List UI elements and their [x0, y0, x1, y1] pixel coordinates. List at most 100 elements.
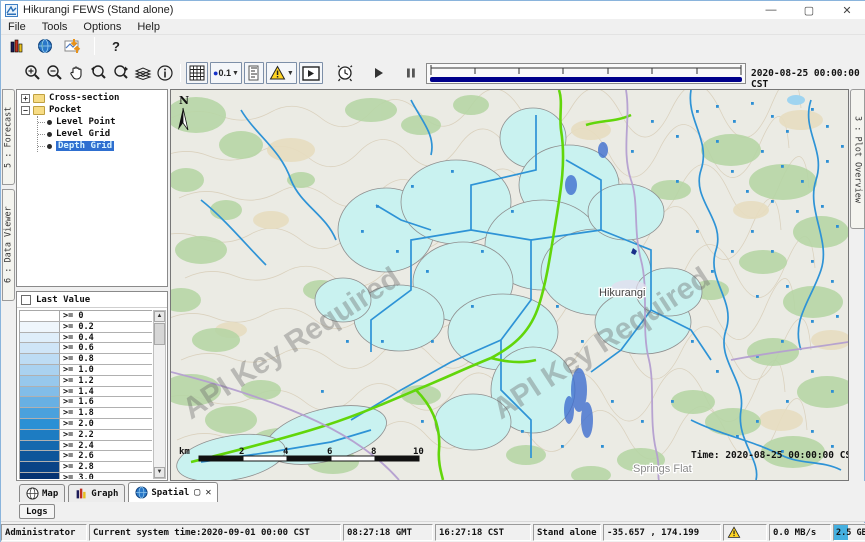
svg-text:2: 2	[239, 447, 244, 457]
tab-graph[interactable]: Graph	[68, 484, 125, 502]
expand-icon[interactable]: +	[21, 94, 30, 103]
svg-text:6: 6	[327, 447, 332, 457]
scroll-up-icon[interactable]: ▲	[154, 311, 165, 322]
close-button[interactable]: ✕	[828, 1, 865, 19]
layers-icon[interactable]	[133, 63, 153, 83]
globe-icon	[26, 487, 39, 500]
animation-settings-icon[interactable]	[335, 63, 355, 83]
legend-label: >= 0.6	[60, 343, 94, 353]
pan-hand-icon[interactable]	[67, 63, 87, 83]
zoom-in-icon[interactable]	[23, 63, 43, 83]
title-bar: Hikurangi FEWS (Stand alone) — ▢ ✕	[1, 1, 865, 19]
grid-display-button[interactable]	[186, 62, 208, 84]
minimize-button[interactable]: —	[752, 1, 790, 19]
legend-swatch	[20, 333, 60, 343]
legend-label: >= 2.6	[60, 451, 94, 461]
app-logo-icon	[5, 4, 18, 17]
pause-button[interactable]	[401, 63, 421, 83]
help-button[interactable]: ?	[106, 36, 126, 56]
town-label: Hikurangi	[599, 287, 645, 299]
tree-node-level-point[interactable]: Level Point	[38, 116, 167, 128]
legend-label: >= 1.8	[60, 408, 94, 418]
tree-node-cross-section[interactable]: + Cross-section	[17, 92, 167, 104]
scroll-down-icon[interactable]: ▼	[154, 467, 165, 478]
tab-forecast[interactable]: 5 : Forecast	[2, 89, 15, 185]
warning-threshold-dropdown[interactable]: ▼	[266, 62, 297, 84]
tree-node-level-grid[interactable]: Level Grid	[38, 128, 167, 140]
panel-close-icon[interactable]: ✕	[205, 487, 211, 498]
application-window: { "window": { "title": "Hikurangi FEWS (…	[0, 0, 865, 542]
legend-row[interactable]: >= 1.6	[20, 397, 152, 408]
timeseries-import-icon[interactable]	[63, 36, 83, 56]
globe-icon	[135, 486, 148, 499]
legend-row[interactable]: >= 1.2	[20, 376, 152, 387]
info-icon[interactable]	[155, 63, 175, 83]
legend-label: >= 1.6	[60, 397, 94, 407]
status-gmt-time: 08:27:18 GMT	[343, 524, 433, 541]
tree-node-pocket[interactable]: − Pocket	[17, 104, 167, 116]
legend-swatch	[20, 354, 60, 364]
grid-classbreak-dropdown[interactable]: ●0.1▼	[210, 62, 242, 84]
logs-button[interactable]: Logs	[19, 504, 55, 519]
database-chart-icon[interactable]	[7, 36, 27, 56]
animation-movie-button[interactable]	[299, 62, 323, 84]
legend-label: >= 3.0	[60, 473, 94, 479]
tab-data-viewer[interactable]: 6 : Data Viewer	[2, 189, 15, 301]
zoom-out-icon[interactable]	[45, 63, 65, 83]
legend-row[interactable]: >= 0.2	[20, 322, 152, 333]
scroll-thumb[interactable]	[154, 323, 165, 345]
status-throughput: 0.0 MB/s	[769, 524, 831, 541]
menu-help[interactable]: Help	[137, 21, 160, 33]
legend-row[interactable]: >= 0.6	[20, 343, 152, 354]
main-toolbar: ?	[1, 35, 865, 57]
maximize-button[interactable]: ▢	[790, 1, 828, 19]
panel-maximize-icon[interactable]: ▢	[194, 487, 200, 498]
map-viewport[interactable]: API Key Required API Key Required Hikura…	[170, 89, 849, 481]
legend-row[interactable]: >= 1.8	[20, 408, 152, 419]
map-canvas[interactable]: API Key Required API Key Required Hikura…	[171, 90, 848, 480]
legend-row[interactable]: >= 1.0	[20, 365, 152, 376]
zoom-next-icon[interactable]	[111, 63, 131, 83]
legend-label: >= 1.2	[60, 376, 94, 386]
last-value-checkbox[interactable]	[21, 295, 31, 305]
legend-row[interactable]: >= 2.8	[20, 462, 152, 473]
legend-swatch	[20, 462, 60, 472]
legend-row[interactable]: >= 2.0	[20, 419, 152, 430]
legend-row[interactable]: >= 2.6	[20, 451, 152, 462]
legend-label: >= 2.2	[60, 430, 94, 440]
legend-row[interactable]: >= 0.8	[20, 354, 152, 365]
legend-row[interactable]: >= 3.0	[20, 473, 152, 479]
svg-text:4: 4	[283, 447, 289, 457]
legend-row[interactable]: >= 2.2	[20, 430, 152, 441]
workspace: 5 : Forecast 6 : Data Viewer + Cross-sec…	[1, 89, 865, 481]
legend-scrollbar[interactable]: ▲ ▼	[153, 310, 166, 479]
legend-row[interactable]: >= 0.4	[20, 333, 152, 344]
legend-swatch	[20, 311, 60, 321]
legend-row[interactable]: >= 1.4	[20, 387, 152, 398]
status-bar: Administrator Current system time:2020-0…	[1, 523, 865, 542]
left-panel: + Cross-section − Pocket Level Point Lev…	[15, 89, 170, 481]
legend-panel: Last Value >= 0>= 0.2>= 0.4>= 0.6>= 0.8>…	[16, 291, 168, 481]
legend-swatch	[20, 430, 60, 440]
menu-file[interactable]: File	[8, 21, 26, 33]
legend-row[interactable]: >= 2.4	[20, 441, 152, 452]
svg-text:km: km	[179, 447, 190, 457]
legend-swatch	[20, 451, 60, 461]
tab-plot-overview[interactable]: 3 : Plot Overview	[850, 89, 865, 229]
menu-options[interactable]: Options	[83, 21, 121, 33]
menu-tools[interactable]: Tools	[42, 21, 68, 33]
zoom-previous-icon[interactable]	[89, 63, 109, 83]
tab-spatial[interactable]: Spatial ▢ ✕	[128, 482, 218, 502]
time-slider[interactable]	[426, 63, 746, 84]
tree-node-depth-grid[interactable]: Depth Grid	[38, 140, 167, 152]
status-warning[interactable]	[723, 524, 767, 541]
legend-label: >= 0.8	[60, 354, 94, 364]
play-button[interactable]	[369, 63, 389, 83]
legend-row[interactable]: >= 0	[20, 311, 152, 322]
collapse-icon[interactable]: −	[21, 106, 30, 115]
status-user: Administrator	[1, 524, 87, 541]
globe-map-icon[interactable]	[35, 36, 55, 56]
tab-map[interactable]: Map	[19, 484, 65, 502]
elevation-scale-button[interactable]	[244, 62, 264, 84]
legend-title: Last Value	[36, 295, 90, 305]
